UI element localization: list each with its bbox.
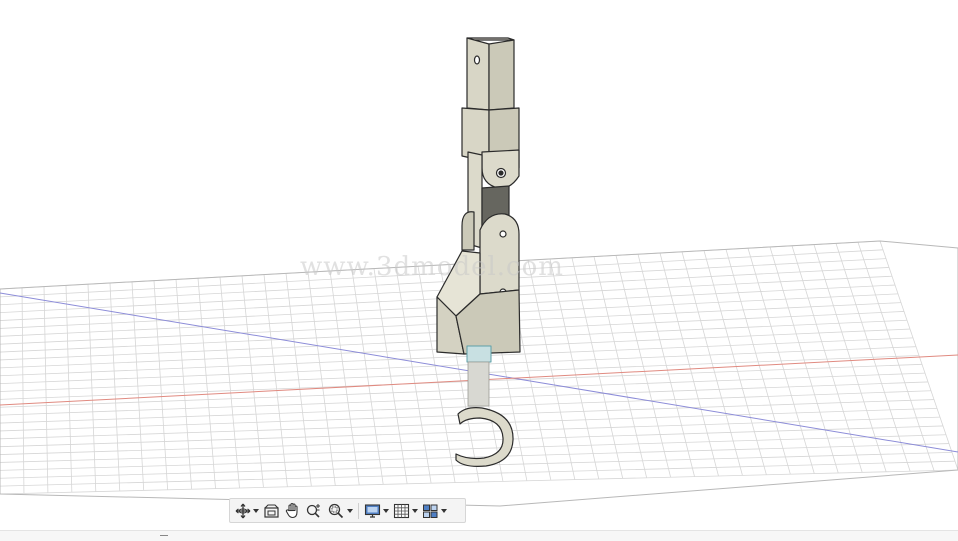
grid-settings-dropdown-caret[interactable] [412,508,418,513]
shaft-side-face [488,39,515,111]
upper-pivot-pin [498,170,504,176]
viewports-dropdown-caret[interactable] [441,508,447,513]
3d-viewport[interactable]: www.3dmodel.com [0,0,958,540]
fit-zoom-dropdown-caret[interactable] [347,508,353,513]
zoom-button[interactable] [303,500,325,521]
toolbar-separator [358,502,359,519]
fit-zoom-icon [328,503,344,519]
lower-yoke-ear-left [461,211,475,251]
viewports-button[interactable] [420,500,449,521]
display-settings-dropdown-caret[interactable] [383,508,389,513]
hook-curve [455,407,514,467]
pan-hand-icon [285,502,298,519]
hook-stem [467,361,490,407]
viewports-icon [423,504,438,518]
watermark-text: www.3dmodel.com [300,252,564,282]
hook-stem-highlight [466,345,492,363]
look-at-button[interactable] [261,500,282,521]
status-bar-marker [160,535,168,536]
look-at-icon [264,503,279,518]
navigation-toolbar [229,498,466,523]
shaft-front-face [466,37,490,111]
grid-settings-button[interactable] [391,500,420,521]
bottom-status-bar [0,530,958,541]
orbit-icon [235,503,251,518]
orbit-button[interactable] [233,500,261,521]
grid-settings-icon [393,503,410,518]
zoom-icon [306,504,320,518]
display-settings-button[interactable] [362,500,391,521]
orbit-dropdown-caret[interactable] [253,508,259,513]
shaft-pin-hole [473,55,481,65]
display-settings-icon [364,503,381,518]
lower-pivot-hole [499,230,507,238]
fit-zoom-button[interactable] [325,500,355,521]
pan-button[interactable] [282,500,303,521]
